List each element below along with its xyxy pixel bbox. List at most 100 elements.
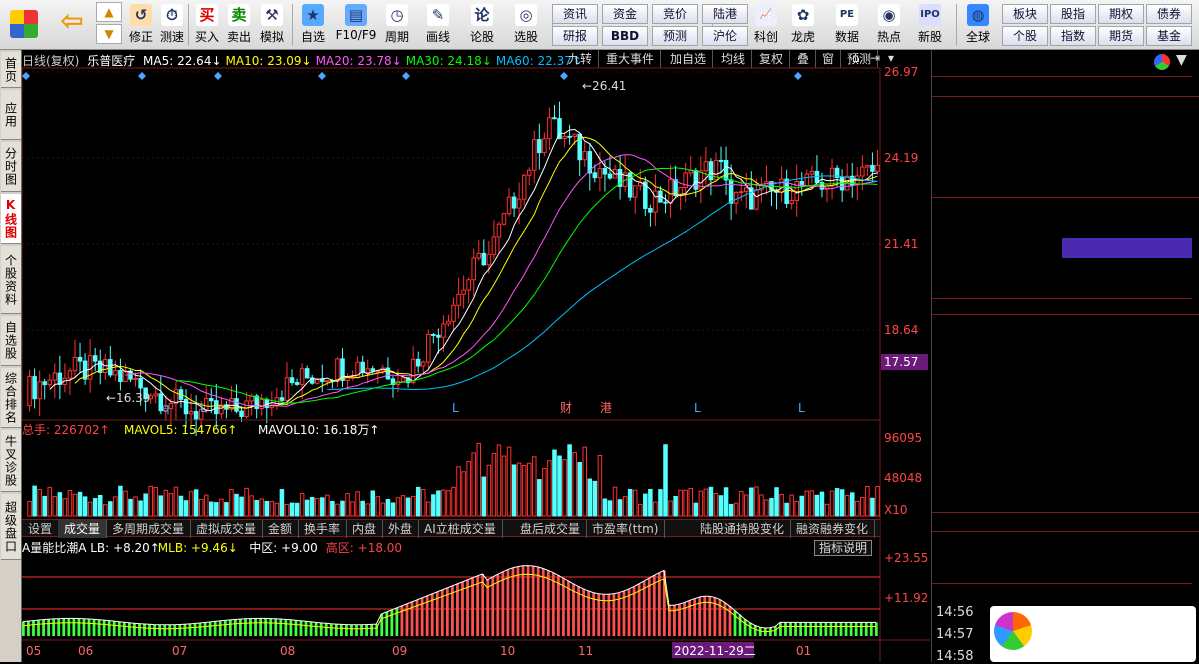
volume-bar bbox=[456, 466, 461, 517]
left-nav-tab[interactable]: 首页 bbox=[1, 52, 21, 88]
theme-icon[interactable] bbox=[1154, 54, 1170, 70]
indicator-header-label: MLB: +9.46↓ bbox=[158, 541, 238, 555]
indicator-bar bbox=[355, 624, 358, 636]
quick-button[interactable]: 陆港 bbox=[702, 4, 748, 24]
indicator-tab[interactable]: 外盘 bbox=[382, 520, 420, 538]
quick-button[interactable]: 期货 bbox=[1098, 26, 1144, 46]
toolbar-button-chat[interactable]: 论论股 bbox=[464, 2, 500, 48]
quick-button[interactable]: 资金 bbox=[602, 4, 648, 24]
sell-level-row[interactable] bbox=[932, 118, 1192, 138]
month-tick-label: 08 bbox=[280, 644, 295, 658]
sell-level-row[interactable] bbox=[932, 158, 1192, 178]
indicator-tab[interactable]: 市盈率(ttm) bbox=[586, 520, 666, 538]
left-nav-tab[interactable]: 超级盘口 bbox=[1, 494, 21, 560]
page-up-icon[interactable]: ▲ bbox=[96, 2, 122, 22]
quick-button[interactable]: 研报 bbox=[552, 26, 598, 46]
toolbar-button-chart[interactable]: 📈 科创 bbox=[750, 2, 782, 48]
toolbar-button-select[interactable]: ◎ 选股 bbox=[506, 2, 546, 48]
news-item[interactable] bbox=[932, 565, 1192, 581]
toolbar-button-dragon[interactable]: ✿ 龙虎 bbox=[786, 2, 820, 48]
indicator-tab[interactable]: 多周期成交量 bbox=[106, 520, 192, 538]
buy-level-row[interactable] bbox=[932, 198, 1192, 218]
toolbar-button-stopwatch[interactable]: ⏱ 测速 bbox=[156, 2, 188, 48]
quick-button[interactable]: 竞价 bbox=[652, 4, 698, 24]
candle-body bbox=[476, 252, 482, 259]
quick-button[interactable]: BBD bbox=[602, 26, 648, 46]
indicator-tab[interactable]: AI立桩成交量 bbox=[418, 520, 503, 538]
left-nav-tab[interactable]: 个股资料 bbox=[1, 246, 21, 314]
volume-bar bbox=[844, 494, 850, 517]
price-tick-label: 17.57 bbox=[884, 355, 918, 369]
candle-body bbox=[113, 369, 118, 376]
toolbar-button-clock[interactable]: ◷ 周期 bbox=[378, 2, 416, 48]
candle-body bbox=[844, 175, 850, 191]
indicator-tab[interactable]: 虚拟成交量 bbox=[190, 520, 264, 538]
quick-button[interactable]: 个股 bbox=[1002, 26, 1048, 46]
toolbar-button-pe[interactable]: PE 数据 bbox=[830, 2, 864, 48]
news-item[interactable] bbox=[932, 549, 1192, 565]
indicator-tab[interactable]: 盘后成交量 bbox=[514, 520, 588, 538]
sell-level-row[interactable] bbox=[932, 98, 1192, 118]
nav-arrows[interactable]: ▲ ▼ bbox=[96, 2, 122, 48]
toolbar-button-ipo[interactable]: IPO 新股 bbox=[914, 2, 946, 48]
indicator-bar bbox=[183, 624, 187, 636]
page-down-icon[interactable]: ▼ bbox=[96, 24, 122, 44]
indicator-tab[interactable]: 融资融券变化 bbox=[790, 520, 876, 538]
left-nav-tab[interactable]: 综合排名 bbox=[1, 368, 21, 428]
quick-button[interactable]: 指数 bbox=[1050, 26, 1096, 46]
toolbar-button-pencil[interactable]: ✎ 画线 bbox=[418, 2, 458, 48]
toolbar-button-hot[interactable]: ◉ 热点 bbox=[872, 2, 906, 48]
indicator-bar bbox=[844, 622, 848, 636]
volume-bar bbox=[385, 499, 391, 517]
volume-bar bbox=[733, 502, 739, 517]
indicator-tab[interactable]: 设置 bbox=[22, 520, 60, 538]
quick-button[interactable]: 板块 bbox=[1002, 4, 1048, 24]
toolbar-button-sell[interactable]: 卖卖出 bbox=[224, 2, 254, 48]
toolbar-button-gavel[interactable]: ⚒ 模拟 bbox=[256, 2, 288, 48]
big-order-notice[interactable] bbox=[932, 298, 1192, 314]
sell-level-row[interactable] bbox=[932, 138, 1192, 158]
news-item[interactable] bbox=[932, 533, 1192, 549]
kline-chart-area[interactable]: 日线(复权) 乐普医疗 MA5: 22.64↓ MA10: 23.09↓ MA20:… bbox=[22, 50, 930, 662]
buy-level-row[interactable] bbox=[932, 218, 1192, 238]
indicator-tab[interactable]: 内盘 bbox=[346, 520, 384, 538]
toolbar-button-f10[interactable]: ▤ F10/F9 bbox=[334, 2, 378, 48]
sell-level-row[interactable] bbox=[932, 178, 1192, 198]
indicator-bar bbox=[117, 621, 121, 636]
left-nav-tab[interactable]: 分时图 bbox=[1, 142, 21, 192]
indicator-tab[interactable]: 金额 bbox=[262, 520, 300, 538]
quick-button[interactable]: 债券 bbox=[1146, 4, 1192, 24]
buy-level-row[interactable] bbox=[932, 278, 1192, 298]
left-nav-tab[interactable]: K线图 bbox=[1, 194, 21, 244]
buy-level-row[interactable] bbox=[932, 258, 1192, 278]
indicator-bar bbox=[324, 623, 328, 636]
quick-button[interactable]: 基金 bbox=[1146, 26, 1192, 46]
indicator-tab[interactable]: 换手率 bbox=[298, 520, 348, 538]
indicator-help-button[interactable]: 指标说明 bbox=[814, 540, 873, 556]
quick-button[interactable]: 期权 bbox=[1098, 4, 1144, 24]
toolbar-button-arrow-up[interactable]: ↺ 修正 bbox=[126, 2, 156, 48]
volume-bar bbox=[673, 495, 678, 517]
buy-level-row[interactable] bbox=[932, 238, 1192, 258]
toolbar-button-buy[interactable]: 买买入 bbox=[192, 2, 222, 48]
volume-bar bbox=[607, 500, 613, 517]
left-nav-tab[interactable]: 牛叉诊股 bbox=[1, 430, 21, 492]
app-logo-icon[interactable] bbox=[6, 2, 42, 48]
left-nav-tab[interactable]: 自选股 bbox=[1, 316, 21, 366]
volume-bar bbox=[143, 493, 148, 517]
toolbar-button-globe[interactable]: ◍ 全球 bbox=[960, 2, 996, 48]
quick-button[interactable]: 预测 bbox=[652, 26, 698, 46]
left-nav-tab[interactable]: 应用 bbox=[1, 90, 21, 140]
quick-button[interactable]: 资讯 bbox=[552, 4, 598, 24]
low-price-label: ←16.39 bbox=[106, 391, 150, 405]
quick-button[interactable]: 沪伦 bbox=[702, 26, 748, 46]
indicator-bar bbox=[319, 622, 323, 636]
indicator-tab[interactable]: 陆股通持股变化 bbox=[694, 520, 792, 538]
back-button[interactable]: ⇦ bbox=[52, 2, 92, 48]
quick-button[interactable]: 股指 bbox=[1050, 4, 1096, 24]
sector-row[interactable] bbox=[932, 583, 1192, 601]
toolbar-button-star[interactable]: ★ 自选 bbox=[296, 2, 330, 48]
candle-body bbox=[501, 213, 507, 225]
indicator-tab[interactable]: 成交量 bbox=[58, 520, 108, 538]
menu-icon[interactable]: ▼ bbox=[1176, 52, 1187, 68]
